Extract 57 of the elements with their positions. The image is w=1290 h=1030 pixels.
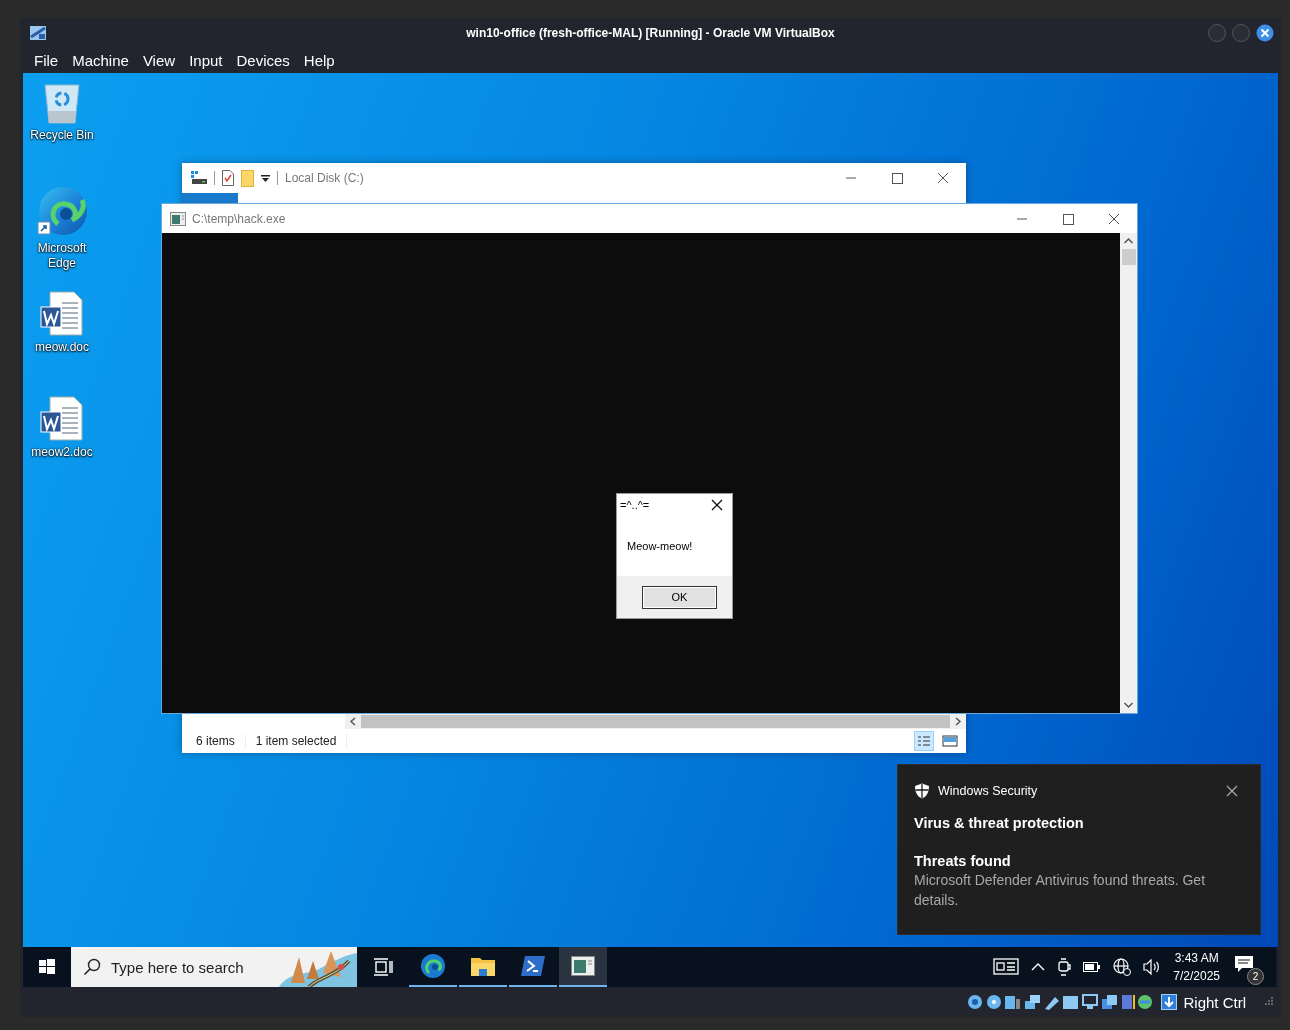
details-view-icon[interactable] <box>914 731 934 751</box>
notification-title: Threats found <box>914 853 1012 869</box>
console-icon <box>170 211 186 226</box>
close-button[interactable] <box>710 498 724 512</box>
speaker-icon[interactable] <box>1143 959 1162 975</box>
window-title: Local Disk (C:) <box>285 171 364 185</box>
action-center-icon[interactable] <box>1234 955 1254 973</box>
search-icon <box>83 958 101 976</box>
menu-item[interactable]: Machine <box>65 50 136 71</box>
notification-heading: Virus & threat protection <box>914 815 1085 831</box>
search-field[interactable]: Type here to search <box>71 947 357 987</box>
taskbar-app[interactable] <box>559 947 607 987</box>
clock-time[interactable]: 3:43 AM <box>1174 949 1219 967</box>
webcam-icon[interactable] <box>1057 958 1072 976</box>
close-button[interactable] <box>1256 24 1274 42</box>
properties-icon[interactable] <box>222 170 234 186</box>
host-key-label: Right Ctrl <box>1183 993 1246 1011</box>
notification-body: Microsoft Defender Antivirus found threats. Get details. <box>914 871 1207 910</box>
download-arrow-icon[interactable] <box>1161 994 1178 1010</box>
status-text: 1 item selected <box>255 734 348 748</box>
battery-icon[interactable] <box>1083 961 1102 973</box>
status-text: 6 items <box>196 734 246 748</box>
notification-app-name: Windows Security <box>938 784 1038 798</box>
message-text: Meow-meow! <box>627 540 693 552</box>
window-title: win10-office (fresh-office-MAL) [Running] - Oracle VM VirtualBox <box>466 26 835 40</box>
ok-button[interactable]: OK <box>642 585 717 609</box>
drive-icon <box>191 171 207 185</box>
word-document-icon[interactable] <box>40 291 84 337</box>
folder-icon <box>470 955 496 977</box>
news-icon[interactable] <box>993 958 1020 976</box>
vertical-scrollbar[interactable] <box>1120 233 1137 713</box>
console-icon <box>571 956 595 976</box>
edge-icon[interactable] <box>36 186 88 238</box>
notification-toast[interactable]: Windows Security Virus & threat protection Threats found Microsoft Defender Antivirus found threats. Get details. <box>897 764 1261 935</box>
globe-icon[interactable] <box>1113 958 1132 976</box>
virtualbox-icon <box>29 25 47 41</box>
menu-item[interactable]: Devices <box>229 50 297 71</box>
clock-date[interactable]: 7/2/2025 <box>1173 967 1220 985</box>
terminal-prompt-icon <box>521 956 545 976</box>
chevron-up-icon[interactable] <box>1031 962 1046 972</box>
shield-icon <box>914 783 930 799</box>
dropdown-arrow-icon[interactable] <box>261 174 270 182</box>
dialog-title: =^..^= <box>620 499 650 511</box>
close-icon[interactable] <box>1226 785 1238 797</box>
edge-icon <box>420 953 446 979</box>
recycle-bin-icon[interactable] <box>42 81 82 125</box>
scrollbar-thumb[interactable] <box>361 715 950 728</box>
menu-item[interactable]: Help <box>296 50 342 71</box>
window-title: C:\temp\hack.exe <box>192 211 286 226</box>
horizontal-scrollbar[interactable] <box>345 714 966 729</box>
resize-grip-icon[interactable] <box>1262 996 1274 1008</box>
menu-item[interactable]: Input <box>182 50 230 71</box>
menu-item[interactable]: File <box>27 50 66 71</box>
word-document-icon[interactable] <box>40 396 84 442</box>
menu-item[interactable]: View <box>135 50 183 71</box>
scrollbar-thumb[interactable] <box>1121 249 1136 265</box>
notification-count-badge: 2 <box>1247 968 1264 985</box>
